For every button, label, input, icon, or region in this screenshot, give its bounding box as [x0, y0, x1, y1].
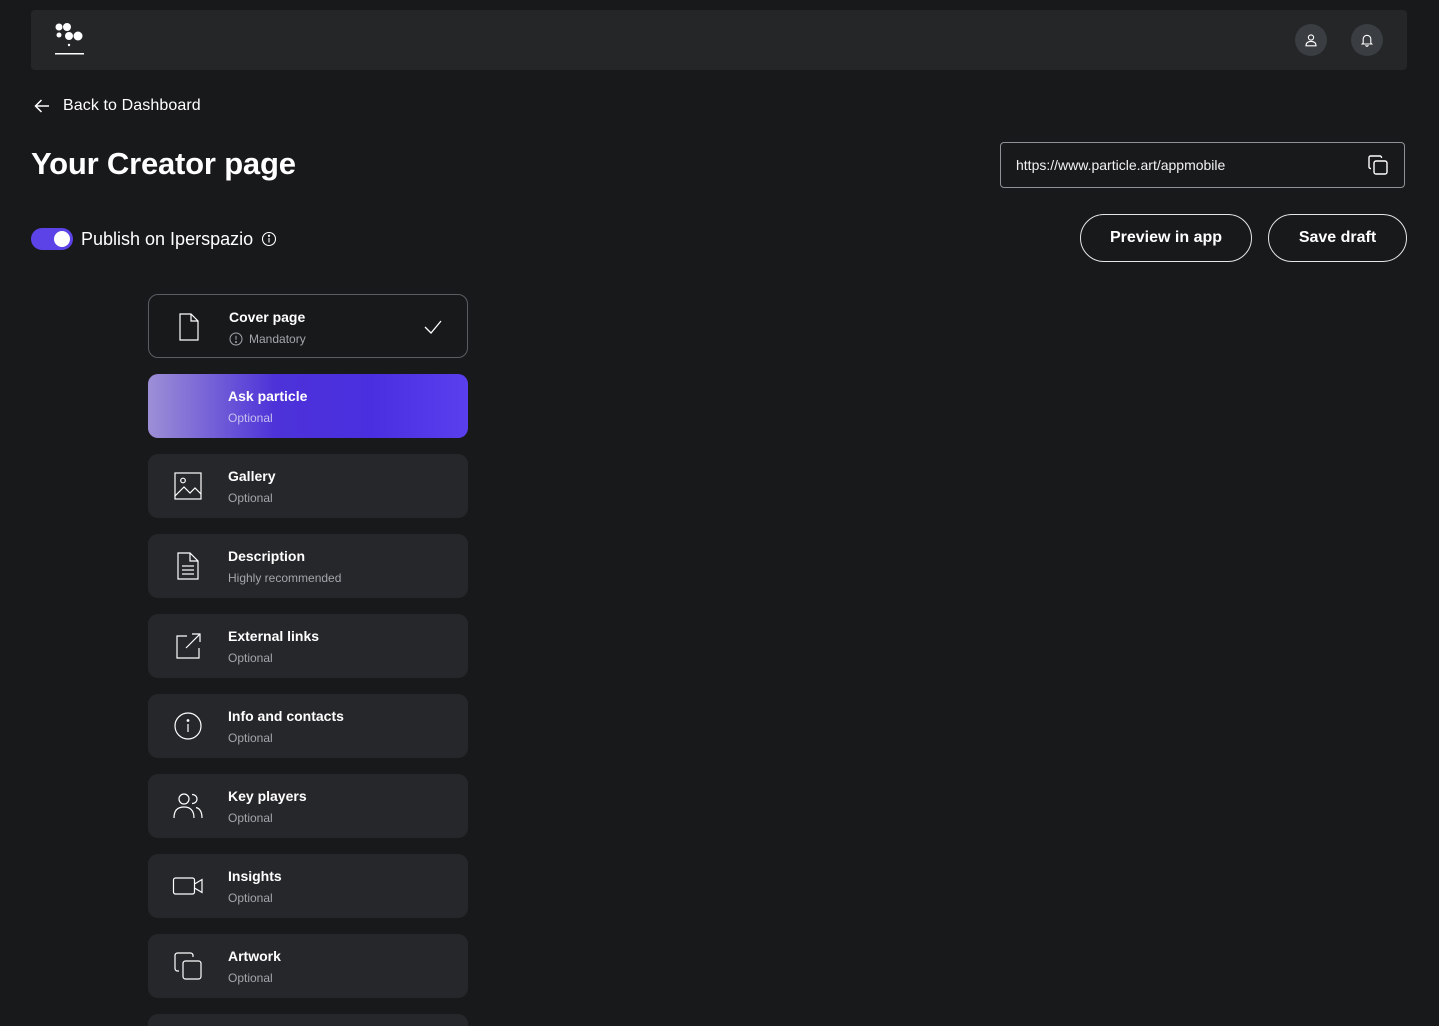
section-item-info-and-contacts[interactable]: Info and contacts Optional [148, 694, 468, 758]
video-icon [172, 877, 203, 895]
section-subtitle: Optional [228, 411, 273, 425]
section-subtitle: Optional [228, 891, 273, 905]
section-title: Artwork [228, 948, 281, 964]
section-item-cutoff[interactable] [148, 1014, 468, 1026]
publish-label: Publish on Iperspazio [81, 228, 254, 249]
checkmark-icon [424, 320, 442, 334]
top-navigation-bar [31, 10, 1407, 70]
section-item-ask-particle[interactable]: Ask particle Optional [148, 374, 468, 438]
section-title: Cover page [229, 309, 306, 325]
section-item-external-links[interactable]: External links Optional [148, 614, 468, 678]
section-list: Cover page Mandatory Ask particle Option… [148, 294, 468, 1026]
section-subtitle: Optional [228, 731, 273, 745]
back-to-dashboard-link[interactable]: Back to Dashboard [33, 94, 201, 118]
section-title: Info and contacts [228, 708, 344, 724]
warning-icon [229, 332, 243, 346]
copy-icon[interactable] [1366, 153, 1390, 177]
user-icon[interactable] [1295, 24, 1327, 56]
section-item-artwork[interactable]: Artwork Optional [148, 934, 468, 998]
section-subtitle: Mandatory [249, 332, 306, 346]
section-item-description[interactable]: Description Highly recommended [148, 534, 468, 598]
page-url-field[interactable]: https://www.particle.art/appmobile [1000, 142, 1405, 188]
section-title: Gallery [228, 468, 276, 484]
image-icon [174, 472, 202, 500]
section-title: External links [228, 628, 320, 644]
section-item-key-players[interactable]: Key players Optional [148, 774, 468, 838]
arrow-left-icon [34, 99, 49, 113]
people-icon [173, 793, 203, 819]
page-url-value: https://www.particle.art/appmobile [1016, 157, 1226, 173]
section-subtitle: Optional [228, 651, 273, 665]
info-icon[interactable] [261, 231, 277, 247]
section-title: Key players [228, 788, 307, 804]
section-subtitle: Highly recommended [228, 571, 342, 585]
back-link-label: Back to Dashboard [63, 97, 201, 114]
section-subtitle: Optional [228, 971, 273, 985]
page-title: Your Creator page [31, 146, 296, 181]
section-title: Description [228, 548, 306, 564]
section-item-insights[interactable]: Insights Optional [148, 854, 468, 918]
publish-toggle[interactable] [31, 228, 73, 250]
particle-logo-icon[interactable] [53, 22, 87, 58]
section-subtitle: Optional [228, 811, 273, 825]
section-title: Insights [228, 868, 282, 884]
bell-icon[interactable] [1351, 24, 1383, 56]
document-icon [179, 313, 199, 341]
preview-in-app-button[interactable]: Preview in app [1080, 214, 1252, 262]
section-title: Ask particle [228, 388, 308, 404]
section-item-cover-page[interactable]: Cover page Mandatory [148, 294, 468, 358]
external-link-icon [176, 633, 201, 659]
section-status: Mandatory [229, 332, 306, 346]
text-document-icon [177, 552, 199, 580]
info-icon [174, 712, 202, 740]
section-subtitle: Optional [228, 491, 273, 505]
publish-setting: Publish on Iperspazio [31, 226, 277, 252]
save-draft-button[interactable]: Save draft [1268, 214, 1407, 262]
copy-icon [174, 952, 202, 980]
section-item-gallery[interactable]: Gallery Optional [148, 454, 468, 518]
